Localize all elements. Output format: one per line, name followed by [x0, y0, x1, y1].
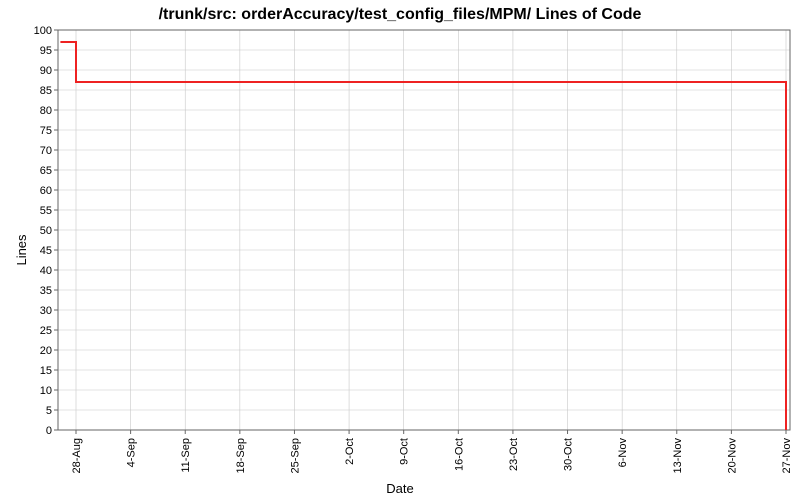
x-tick-label: 13-Nov: [672, 438, 684, 474]
x-tick-label: 9-Oct: [399, 438, 411, 465]
y-tick-label: 30: [40, 305, 52, 317]
y-tick-label: 15: [40, 365, 52, 377]
y-tick-label: 10: [40, 385, 52, 397]
x-tick-label: 6-Nov: [617, 438, 629, 468]
y-tick-label: 80: [40, 105, 52, 117]
x-tick-label: 16-Oct: [453, 438, 465, 471]
series-line: [60, 42, 786, 430]
y-tick-label: 35: [40, 285, 52, 297]
y-tick-label: 0: [46, 425, 52, 437]
y-tick-label: 5: [46, 405, 52, 417]
y-tick-label: 70: [40, 145, 52, 157]
x-tick-label: 4-Sep: [126, 438, 138, 467]
chart-container: /trunk/src: orderAccuracy/test_config_fi…: [0, 0, 800, 500]
y-tick-label: 25: [40, 325, 52, 337]
x-tick-label: 11-Sep: [180, 438, 192, 473]
chart-plot: 0 5 10 15 20 25 30 35 40 45 50 55 60 65 70 75 80 85 90 95 10…: [0, 0, 800, 500]
y-tick-label: 65: [40, 165, 52, 177]
y-tick-label: 20: [40, 345, 52, 357]
x-tick-label: 18-Sep: [235, 438, 247, 473]
y-tick-label: 60: [40, 185, 52, 197]
x-tick-label: 25-Sep: [289, 438, 301, 473]
y-tick-label: 90: [40, 65, 52, 77]
y-tick-label: 50: [40, 225, 52, 237]
y-tick-label: 75: [40, 125, 52, 137]
y-tick-label: 55: [40, 205, 52, 217]
y-tick-label: 40: [40, 265, 52, 277]
x-tick-label: 20-Nov: [726, 438, 738, 474]
x-tick-label: 27-Nov: [781, 438, 793, 474]
y-tick-label: 95: [40, 45, 52, 57]
y-tick-label: 45: [40, 245, 52, 257]
x-tick-label: 2-Oct: [344, 438, 356, 465]
x-tick-label: 28-Aug: [71, 438, 83, 473]
y-tick-label: 100: [34, 25, 52, 37]
y-tick-label: 85: [40, 85, 52, 97]
x-tick-label: 30-Oct: [563, 438, 575, 471]
x-tick-label: 23-Oct: [508, 438, 520, 471]
